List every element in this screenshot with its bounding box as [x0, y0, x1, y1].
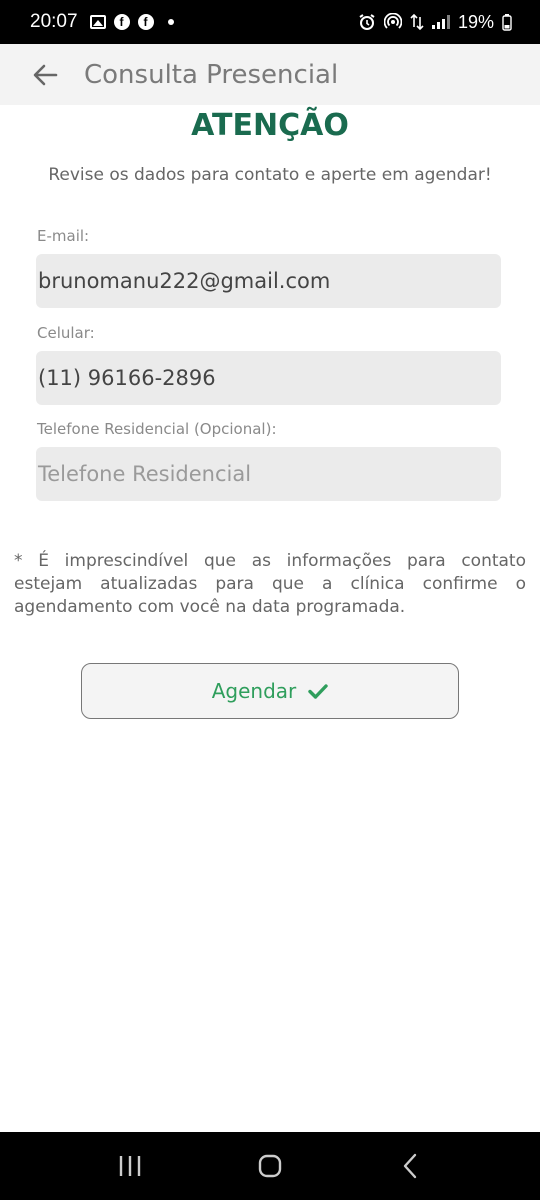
email-label: E-mail:	[37, 227, 90, 245]
image-icon	[89, 15, 106, 29]
arrow-left-icon	[33, 64, 58, 85]
status-right: 19%	[358, 12, 512, 33]
hotspot-icon	[383, 13, 402, 31]
home-button[interactable]	[240, 1136, 300, 1196]
status-bar: 20:07 f f 19%	[0, 0, 540, 44]
attention-heading: ATENÇÃO	[191, 108, 349, 143]
mobile-label: Celular:	[37, 324, 95, 342]
subtitle: Revise os dados para contato e aperte em…	[48, 165, 492, 185]
back-icon	[403, 1153, 417, 1179]
facebook-icon: f	[113, 14, 130, 30]
page-title: Consulta Presencial	[84, 59, 339, 90]
system-nav-bar	[0, 1132, 540, 1200]
battery-percent: 19%	[457, 11, 494, 32]
nav-back-button[interactable]	[380, 1136, 440, 1196]
alarm-icon	[358, 13, 376, 31]
email-field[interactable]: brunomanu222@gmail.com	[36, 254, 501, 308]
status-left: 20:07 f f	[30, 11, 174, 33]
data-arrows-icon	[410, 13, 424, 31]
home-icon	[258, 1154, 282, 1178]
check-icon	[308, 684, 328, 699]
status-time: 20:07	[30, 11, 78, 32]
home-phone-field[interactable]: Telefone Residencial	[36, 447, 501, 501]
mobile-field[interactable]: (11) 96166-2896	[36, 351, 501, 405]
back-button[interactable]	[32, 62, 58, 88]
recent-apps-icon	[119, 1156, 141, 1176]
app-bar: Consulta Presencial	[0, 44, 540, 105]
battery-icon	[502, 13, 512, 31]
screen: 20:07 f f 19% Consulta Presencial ATENÇÃ…	[0, 0, 540, 1200]
signal-icon	[431, 15, 450, 29]
contact-notice: * É imprescindível que as informações pa…	[14, 551, 526, 617]
schedule-button[interactable]: Agendar	[81, 663, 459, 719]
schedule-button-label: Agendar	[211, 679, 297, 703]
home-phone-label: Telefone Residencial (Opcional):	[37, 420, 277, 438]
facebook-icon: f	[137, 14, 154, 30]
notification-dot	[167, 19, 174, 25]
recent-apps-button[interactable]	[100, 1136, 160, 1196]
